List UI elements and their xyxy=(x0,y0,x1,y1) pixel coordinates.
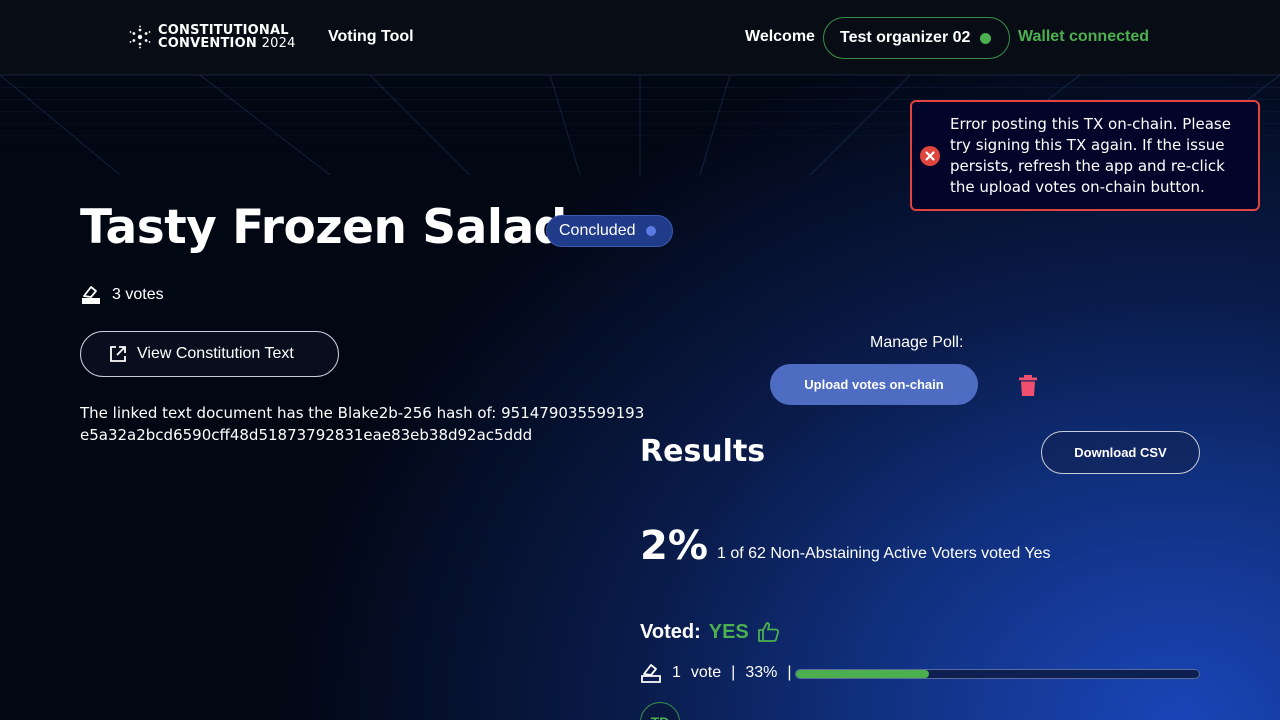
vote-breakdown-row: 1 vote | 33% | xyxy=(640,662,792,684)
logo-wordmark: CONSTITUTIONAL CONVENTION 2024 xyxy=(158,24,296,50)
yes-vote-count: 1 xyxy=(672,664,681,681)
yes-vote-percent: 33% xyxy=(745,664,778,681)
view-constitution-button[interactable]: View Constitution Text xyxy=(80,331,339,377)
votes-count: 3 votes xyxy=(112,286,164,303)
yes-progress-bar xyxy=(795,669,1200,679)
voter-avatar[interactable]: TD xyxy=(640,702,680,720)
user-name: Test organizer 02 xyxy=(840,29,971,46)
results-heading: Results xyxy=(640,434,766,469)
poll-status-badge: Concluded xyxy=(546,215,673,247)
yes-progress-fill xyxy=(796,670,929,678)
separator: | xyxy=(731,664,736,681)
view-constitution-label: View Constitution Text xyxy=(137,345,294,362)
separator: | xyxy=(787,664,792,681)
voted-value: YES xyxy=(708,620,749,643)
user-account-button[interactable]: Test organizer 02 xyxy=(823,17,1010,59)
document-hash-text: The linked text document has the Blake2b… xyxy=(80,404,645,444)
ballot-box-icon xyxy=(641,664,661,683)
error-message: Error posting this TX on-chain. Please t… xyxy=(950,114,1231,196)
top-nav-bar: CONSTITUTIONAL CONVENTION 2024 Voting To… xyxy=(0,0,1280,75)
error-icon xyxy=(920,145,940,166)
yes-percentage: 2% xyxy=(640,523,708,569)
nav-voting-tool-link[interactable]: Voting Tool xyxy=(328,28,414,46)
manage-poll-label: Manage Poll: xyxy=(870,334,964,351)
wallet-status: Wallet connected xyxy=(1018,28,1149,45)
download-csv-button[interactable]: Download CSV xyxy=(1041,431,1200,474)
delete-poll-trash-icon[interactable] xyxy=(1019,375,1037,396)
logo-line-2: CONVENTION xyxy=(158,36,257,51)
error-toast[interactable]: Error posting this TX on-chain. Please t… xyxy=(910,100,1260,211)
connected-status-dot xyxy=(980,32,992,44)
voted-result: Voted: YES xyxy=(640,620,781,644)
convention-logo[interactable]: CONSTITUTIONAL CONVENTION 2024 xyxy=(128,24,296,50)
poll-votes-summary: 3 votes xyxy=(80,284,164,306)
voted-label: Voted: xyxy=(640,620,701,643)
vote-word: vote xyxy=(690,664,722,681)
welcome-label: Welcome xyxy=(745,28,815,45)
logo-year: 2024 xyxy=(261,36,296,51)
voters-description: 1 of 62 Non-Abstaining Active Voters vot… xyxy=(717,545,1051,562)
poll-status-label: Concluded xyxy=(559,222,636,239)
status-dot xyxy=(645,226,656,236)
thumbs-up-icon xyxy=(757,622,779,642)
poll-title: Tasty Frozen Salad xyxy=(80,200,567,255)
cardano-logo-icon xyxy=(129,25,151,49)
upload-votes-button[interactable]: Upload votes on-chain xyxy=(770,364,978,405)
external-link-icon xyxy=(110,346,126,362)
ballot-box-icon xyxy=(82,286,100,304)
